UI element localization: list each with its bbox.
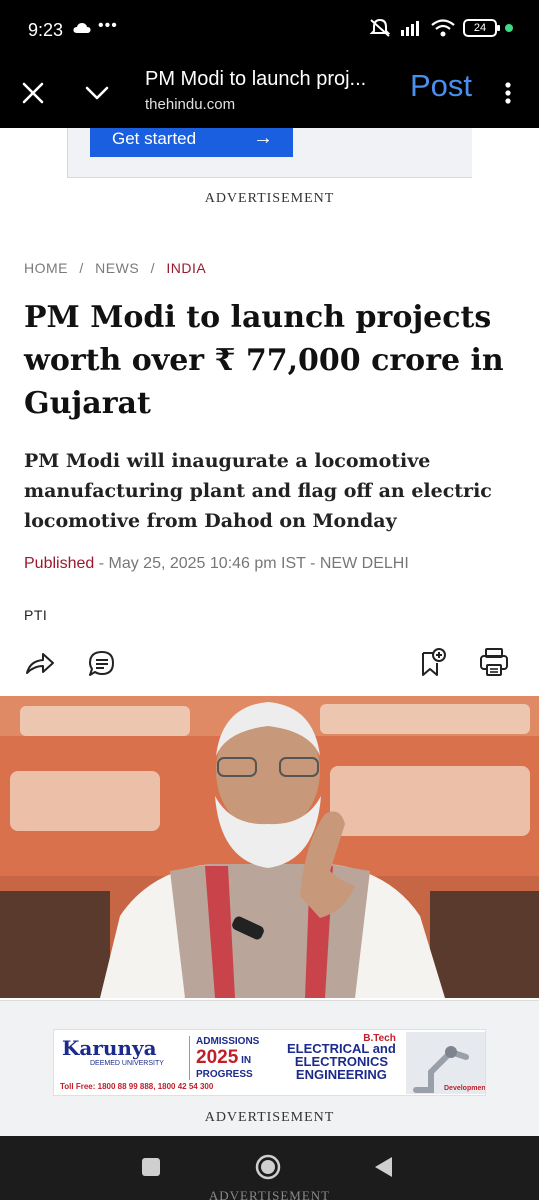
article-headline: PM Modi to launch projects worth over ₹ …: [24, 300, 504, 421]
arrow-right-icon: →: [253, 127, 273, 149]
ad-get-started-button[interactable]: Get started →: [90, 128, 293, 157]
notification-dots: •••: [98, 17, 118, 34]
hero-photo: [0, 696, 539, 998]
article-hero-image[interactable]: [0, 696, 539, 998]
advertisement-label-peek: ADVERTISEMENT: [208, 1188, 331, 1200]
ad-year-suffix: IN: [241, 1055, 252, 1066]
ad-program: B.Tech ELECTRICAL and ELECTRONICS ENGINE…: [287, 1033, 396, 1082]
ad-progress: PROGRESS: [196, 1069, 253, 1080]
svg-text:Development: Development: [444, 1085, 486, 1092]
ad-brand: Karunya: [62, 1036, 157, 1060]
robot-arm-illustration: Development: [406, 1032, 486, 1094]
privacy-indicator-dot: [505, 24, 513, 32]
published-label: Published: [24, 555, 95, 572]
breadcrumb: HOME / NEWS / INDIA: [24, 260, 206, 276]
print-icon[interactable]: [478, 646, 510, 678]
page-domain[interactable]: thehindu.com: [145, 96, 235, 113]
publish-date: - May 25, 2025 10:46 pm IST - NEW DELHI: [94, 555, 409, 572]
browser-toolbar: PM Modi to launch proj... thehindu.com P…: [0, 60, 539, 128]
article-subheadline: PM Modi will inaugurate a locomotive man…: [24, 450, 492, 532]
breadcrumb-news[interactable]: NEWS: [95, 260, 139, 276]
breadcrumb-home[interactable]: HOME: [24, 260, 68, 276]
ad-brand-sub: DEEMED UNIVERSITY: [90, 1060, 164, 1067]
battery-icon: 24: [463, 19, 500, 37]
cloud-icon: [73, 23, 91, 33]
article-author[interactable]: PTI: [24, 607, 47, 623]
breadcrumb-separator: /: [79, 260, 84, 276]
breadcrumb-separator: /: [150, 260, 155, 276]
status-time: 9:23: [28, 20, 64, 40]
breadcrumb-india[interactable]: INDIA: [166, 260, 206, 276]
ad-top-banner[interactable]: Get started →: [67, 128, 472, 178]
recents-square-icon[interactable]: [140, 1156, 162, 1178]
tab-title[interactable]: PM Modi to launch proj...: [145, 68, 385, 91]
ad-toll-free: Toll Free: 1800 88 99 888, 1800 42 54 30…: [60, 1082, 214, 1091]
advertisement-label-top: ADVERTISEMENT: [204, 191, 335, 206]
signal-icon: [401, 21, 419, 36]
back-triangle-icon[interactable]: [372, 1155, 396, 1179]
ad-karunya-banner[interactable]: Karunya DEEMED UNIVERSITY ADMISSIONS 202…: [53, 1029, 486, 1096]
chevron-down-icon[interactable]: [82, 78, 112, 108]
ad-year: 2025: [196, 1047, 239, 1068]
advertisement-label-bottom: ADVERTISEMENT: [204, 1110, 335, 1125]
ad-btech: B.Tech: [363, 1033, 396, 1044]
ad-program-line3: ENGINEERING: [295, 1067, 387, 1082]
share-icon[interactable]: [24, 648, 56, 680]
ad-admissions: ADMISSIONS 2025 IN PROGRESS: [189, 1036, 259, 1080]
ad-bottom-section: Karunya DEEMED UNIVERSITY ADMISSIONS 202…: [0, 1000, 539, 1136]
status-bar: 9:23 ••• 24: [0, 0, 539, 60]
status-right: 24: [369, 18, 513, 38]
ad-admissions-label: ADMISSIONS: [196, 1036, 260, 1047]
comment-icon[interactable]: [86, 648, 118, 680]
ad-cta-label: Get started: [112, 129, 197, 148]
more-options-icon[interactable]: [498, 78, 518, 108]
home-circle-icon[interactable]: [254, 1153, 282, 1181]
mute-bell-icon: [369, 18, 391, 37]
close-icon[interactable]: [18, 78, 48, 108]
bookmark-add-icon[interactable]: [418, 646, 450, 678]
wifi-icon: [431, 19, 455, 37]
publish-meta: Published - May 25, 2025 10:46 pm IST - …: [24, 555, 409, 573]
post-button[interactable]: Post: [410, 68, 472, 104]
